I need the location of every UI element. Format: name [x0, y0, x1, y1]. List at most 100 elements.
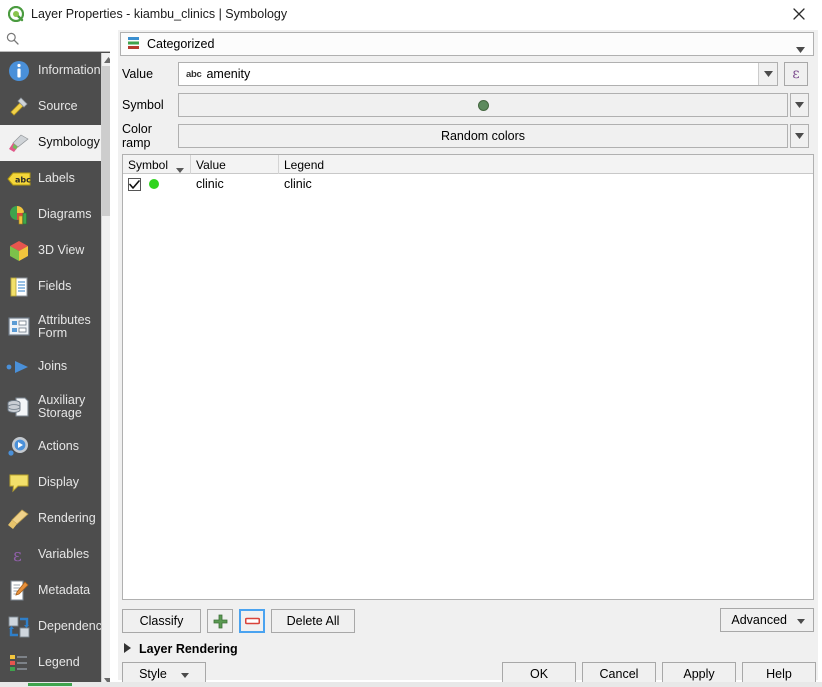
sidebar-item-legend[interactable]: Legend [0, 645, 110, 681]
window-bottom-strip [0, 682, 822, 687]
sidebar-item-fields[interactable]: Fields [0, 269, 110, 305]
renderer-type-label: Categorized [147, 37, 215, 51]
sidebar-item-actions[interactable]: Actions [0, 429, 110, 465]
chevron-down-icon [796, 42, 805, 56]
sidebar-item-auxiliary-storage[interactable]: Auxiliary Storage [0, 385, 110, 429]
svg-text:ε: ε [13, 546, 22, 566]
sidebar-item-label: Rendering [38, 511, 96, 526]
fields-table-icon [4, 273, 34, 301]
sidebar-item-metadata[interactable]: Metadata [0, 573, 110, 609]
style-label: Style [139, 667, 167, 681]
sidebar-item-label: Variables [38, 547, 90, 562]
categories-table: Symbol Value Legend clinic clinic [122, 154, 814, 600]
joins-icon [4, 353, 34, 381]
color-ramp-row: Color ramp Random colors [118, 122, 818, 150]
column-header-label: Legend [284, 157, 325, 172]
sidebar-item-label: Auxiliary Storage [38, 392, 86, 420]
scrollbar-thumb[interactable] [102, 66, 110, 216]
layer-properties-dialog: Layer Properties - kiambu_clinics | Symb… [0, 0, 822, 687]
chevron-down-icon [797, 613, 805, 627]
sidebar-item-label: Joins [38, 359, 68, 374]
window-title: Layer Properties - kiambu_clinics | Symb… [31, 7, 288, 21]
advanced-button[interactable]: Advanced [720, 608, 814, 632]
auxiliary-storage-icon [4, 393, 34, 421]
sidebar-item-label: Legend [38, 655, 80, 670]
add-category-button[interactable] [207, 609, 233, 633]
symbol-label: Symbol [122, 98, 164, 112]
dependencies-icon [4, 613, 34, 641]
display-balloon-icon [4, 469, 34, 497]
column-header-symbol[interactable]: Symbol [123, 155, 191, 174]
color-ramp-button[interactable]: Random colors [178, 124, 788, 148]
chevron-down-icon [795, 102, 804, 108]
green-point-symbol-icon [477, 99, 489, 111]
symbology-panel: Categorized Value abc amenity ε Symbol C… [118, 30, 818, 686]
sidebar-item-label: Dependencies [38, 619, 110, 634]
sidebar-item-label: Symbology [38, 135, 100, 150]
table-row[interactable]: clinic clinic [123, 174, 813, 194]
check-icon [129, 179, 140, 189]
sidebar-item-label: Fields [38, 279, 72, 294]
rendering-brush-icon [4, 505, 34, 533]
layer-rendering-section[interactable]: Layer Rendering [124, 642, 238, 656]
column-header-legend[interactable]: Legend [279, 155, 813, 174]
scroll-up-arrow-icon[interactable] [102, 53, 110, 66]
classify-button[interactable]: Classify [122, 609, 201, 633]
sidebar-item-dependencies[interactable]: Dependencies [0, 609, 110, 645]
diagrams-chart-icon [4, 201, 34, 229]
plus-icon [213, 614, 227, 628]
color-ramp-dropdown-button[interactable] [790, 124, 809, 148]
value-field-combo[interactable]: abc amenity [178, 62, 778, 86]
expression-button[interactable]: ε [784, 62, 808, 86]
chevron-down-icon [180, 667, 189, 681]
symbology-brush-icon [4, 129, 34, 157]
delete-all-button[interactable]: Delete All [271, 609, 355, 633]
sidebar-item-label: Metadata [38, 583, 91, 598]
sidebar-item-label: Information [38, 63, 101, 78]
column-header-value[interactable]: Value [191, 155, 279, 174]
value-field-value: amenity [206, 67, 251, 81]
sidebar-item-display[interactable]: Display [0, 465, 110, 501]
sidebar-item-rendering[interactable]: Rendering [0, 501, 110, 537]
sidebar-scrollbar[interactable] [101, 53, 110, 687]
attributes-form-icon [4, 313, 34, 341]
row-value-cell[interactable]: clinic [191, 174, 279, 194]
variables-epsilon-icon: ε [4, 541, 34, 569]
progress-indicator [28, 683, 72, 686]
cube-3d-icon [4, 237, 34, 265]
value-label: Value [122, 67, 154, 81]
chevron-right-icon [124, 642, 131, 656]
sidebar-nav-list: Information Source Symbology abc Labels … [0, 53, 110, 687]
sidebar-item-information[interactable]: Information [0, 53, 110, 89]
sidebar-item-attributes-form[interactable]: Attributes Form [0, 305, 110, 349]
qgis-logo-icon [7, 5, 25, 23]
symbol-dropdown-button[interactable] [790, 93, 809, 117]
sidebar-item-variables[interactable]: ε Variables [0, 537, 110, 573]
sidebar-item-label: Attributes Form [38, 312, 91, 340]
value-dropdown-button[interactable] [758, 63, 777, 85]
legend-icon [4, 649, 34, 677]
search-box[interactable] [0, 28, 110, 52]
sidebar-item-symbology[interactable]: Symbology [0, 125, 110, 161]
search-input[interactable] [23, 30, 103, 49]
sidebar-item-labels[interactable]: abc Labels [0, 161, 110, 197]
value-row: Value abc amenity ε [118, 62, 818, 86]
sidebar-item-diagrams[interactable]: Diagrams [0, 197, 110, 233]
symbol-row: Symbol [118, 93, 818, 117]
sidebar-item-3d-view[interactable]: 3D View [0, 233, 110, 269]
sidebar-item-label: Actions [38, 439, 79, 454]
symbol-preview [179, 94, 787, 116]
sidebar-item-joins[interactable]: Joins [0, 349, 110, 385]
row-legend-cell[interactable]: clinic [279, 174, 813, 194]
symbol-preview-button[interactable] [178, 93, 788, 117]
remove-category-button[interactable] [239, 609, 265, 633]
renderer-type-combo[interactable]: Categorized [120, 32, 814, 56]
row-checkbox[interactable] [128, 177, 141, 191]
sidebar-item-source[interactable]: Source [0, 89, 110, 125]
close-button[interactable] [776, 0, 822, 28]
sidebar-item-label: Display [38, 475, 79, 490]
green-point-symbol-icon[interactable] [149, 179, 159, 189]
source-icon [4, 93, 34, 121]
epsilon-icon: ε [792, 66, 800, 82]
row-symbol-cell [123, 174, 191, 194]
